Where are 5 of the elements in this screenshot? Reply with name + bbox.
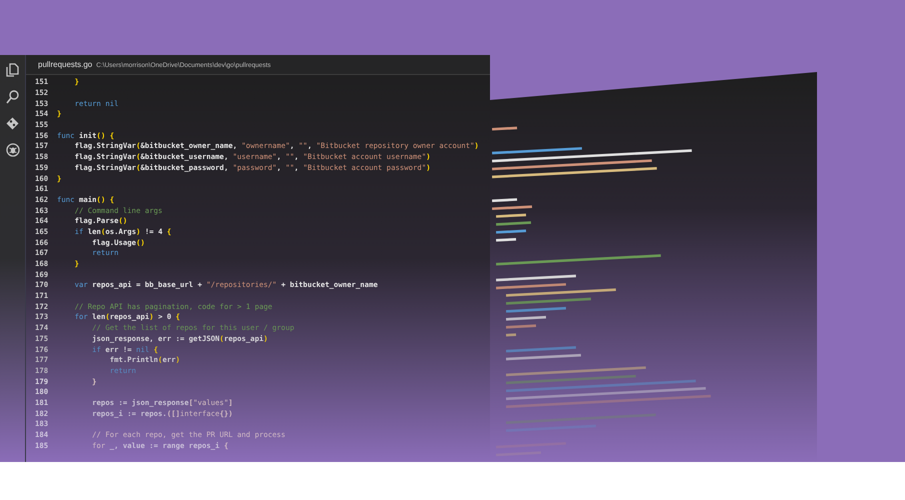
files-icon[interactable] [6,63,19,77]
git-icon[interactable] [6,117,19,130]
bug-icon[interactable] [6,143,20,157]
file-name: pullrequests.go [38,59,92,71]
search-icon[interactable] [6,90,19,104]
